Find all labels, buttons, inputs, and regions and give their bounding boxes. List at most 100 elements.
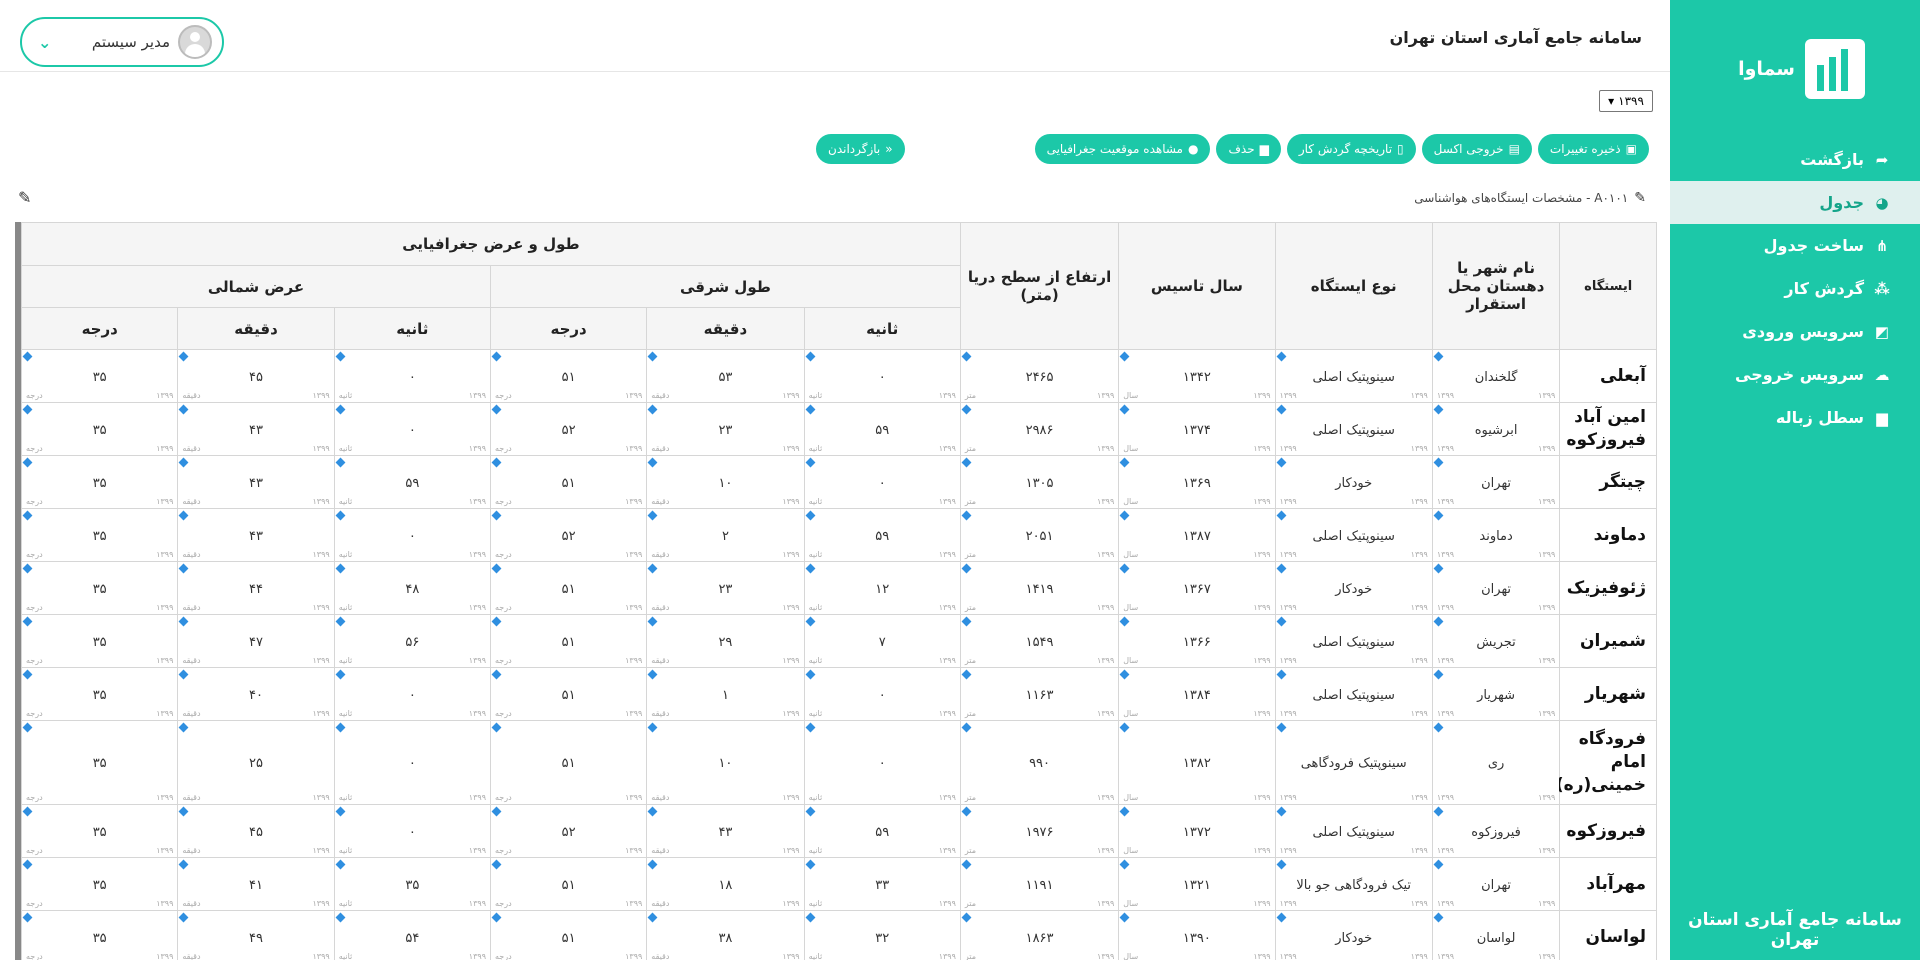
table-cell-n-sec[interactable]: ۰ ۱۳۹۹ ثانیه xyxy=(333,508,491,562)
table-cell-type[interactable]: سینوپتیک اصلی ۱۳۹۹ ۱۳۹۹ xyxy=(1274,402,1433,456)
table-cell-e-sec[interactable]: ۰ ۱۳۹۹ ثانیه xyxy=(803,349,961,403)
table-cell-n-min[interactable]: ۴۳ ۱۳۹۹ دقیقه xyxy=(177,455,335,509)
table-cell-n-min[interactable]: ۴۷ ۱۳۹۹ دقیقه xyxy=(177,614,335,668)
table-cell-year[interactable]: ۱۳۸۴ ۱۳۹۹ سال xyxy=(1118,667,1276,721)
table-cell-e-sec[interactable]: ۷ ۱۳۹۹ ثانیه xyxy=(803,614,961,668)
table-cell-e-min[interactable]: ۱۰ ۱۳۹۹ دقیقه xyxy=(646,455,805,509)
table-cell-city[interactable]: ری ۱۳۹۹ ۱۳۹۹ xyxy=(1431,720,1561,805)
table-cell-e-min[interactable]: ۵۳ ۱۳۹۹ دقیقه xyxy=(646,349,805,403)
table-cell-n-deg[interactable]: ۳۵ ۱۳۹۹ درجه xyxy=(21,402,179,456)
table-cell-n-min[interactable]: ۴۴ ۱۳۹۹ دقیقه xyxy=(177,561,335,615)
table-cell-e-deg[interactable]: ۵۱ ۱۳۹۹ درجه xyxy=(489,667,648,721)
table-cell-n-min[interactable]: ۲۵ ۱۳۹۹ دقیقه xyxy=(177,720,335,805)
table-cell-e-min[interactable]: ۱۰ ۱۳۹۹ دقیقه xyxy=(646,720,805,805)
table-cell-elev[interactable]: ۱۵۴۹ ۱۳۹۹ متر xyxy=(959,614,1120,668)
table-cell-n-deg[interactable]: ۳۵ ۱۳۹۹ درجه xyxy=(21,720,179,805)
table-cell-year[interactable]: ۱۳۹۰ ۱۳۹۹ سال xyxy=(1118,910,1276,960)
table-cell-city[interactable]: تجریش ۱۳۹۹ ۱۳۹۹ xyxy=(1431,614,1561,668)
table-cell-e-deg[interactable]: ۵۱ ۱۳۹۹ درجه xyxy=(489,614,648,668)
table-cell-e-deg[interactable]: ۵۱ ۱۳۹۹ درجه xyxy=(489,720,648,805)
table-cell-e-deg[interactable]: ۵۱ ۱۳۹۹ درجه xyxy=(489,561,648,615)
table-cell-city[interactable]: ابرشیوه ۱۳۹۹ ۱۳۹۹ xyxy=(1431,402,1561,456)
table-cell-year[interactable]: ۱۳۶۷ ۱۳۹۹ سال xyxy=(1118,561,1276,615)
table-cell-e-min[interactable]: ۴۳ ۱۳۹۹ دقیقه xyxy=(646,804,805,858)
table-cell-n-deg[interactable]: ۳۵ ۱۳۹۹ درجه xyxy=(21,910,179,960)
table-cell-type[interactable]: تیک فرودگاهی جو بالا ۱۳۹۹ ۱۳۹۹ xyxy=(1274,857,1433,911)
table-cell-e-min[interactable]: ۱۸ ۱۳۹۹ دقیقه xyxy=(646,857,805,911)
table-cell-type[interactable]: سینوپتیک فرودگاهی ۱۳۹۹ ۱۳۹۹ xyxy=(1274,720,1433,805)
table-cell-n-sec[interactable]: ۰ ۱۳۹۹ ثانیه xyxy=(333,402,491,456)
table-cell-year[interactable]: ۱۳۶۹ ۱۳۹۹ سال xyxy=(1118,455,1276,509)
table-cell-year[interactable]: ۱۳۴۲ ۱۳۹۹ سال xyxy=(1118,349,1276,403)
table-cell-city[interactable]: شهریار ۱۳۹۹ ۱۳۹۹ xyxy=(1431,667,1561,721)
table-cell-n-deg[interactable]: ۳۵ ۱۳۹۹ درجه xyxy=(21,804,179,858)
table-cell-e-sec[interactable]: ۵۹ ۱۳۹۹ ثانیه xyxy=(803,804,961,858)
table-cell-e-min[interactable]: ۲۳ ۱۳۹۹ دقیقه xyxy=(646,402,805,456)
table-cell-e-deg[interactable]: ۵۲ ۱۳۹۹ درجه xyxy=(489,508,648,562)
table-cell-n-sec[interactable]: ۰ ۱۳۹۹ ثانیه xyxy=(333,720,491,805)
table-cell-e-sec[interactable]: ۳۲ ۱۳۹۹ ثانیه xyxy=(803,910,961,960)
table-cell-elev[interactable]: ۲۰۵۱ ۱۳۹۹ متر xyxy=(959,508,1120,562)
table-cell-n-min[interactable]: ۴۵ ۱۳۹۹ دقیقه xyxy=(177,804,335,858)
table-cell-year[interactable]: ۱۳۲۱ ۱۳۹۹ سال xyxy=(1118,857,1276,911)
table-cell-year[interactable]: ۱۳۶۶ ۱۳۹۹ سال xyxy=(1118,614,1276,668)
pencil-icon[interactable]: ✎ xyxy=(1634,190,1646,206)
table-cell-type[interactable]: سینوپتیک اصلی ۱۳۹۹ ۱۳۹۹ xyxy=(1274,508,1433,562)
table-cell-city[interactable]: فیروزکوه ۱۳۹۹ ۱۳۹۹ xyxy=(1431,804,1561,858)
table-cell-n-deg[interactable]: ۳۵ ۱۳۹۹ درجه xyxy=(21,614,179,668)
table-cell-n-sec[interactable]: ۵۴ ۱۳۹۹ ثانیه xyxy=(333,910,491,960)
workflow-history-button[interactable]: ▯ تاریخچه گردش کار xyxy=(1286,134,1416,164)
table-cell-n-min[interactable]: ۴۰ ۱۳۹۹ دقیقه xyxy=(177,667,335,721)
table-cell-year[interactable]: ۱۳۸۲ ۱۳۹۹ سال xyxy=(1118,720,1276,805)
table-cell-elev[interactable]: ۱۸۶۳ ۱۳۹۹ متر xyxy=(959,910,1120,960)
table-cell-e-sec[interactable]: ۰ ۱۳۹۹ ثانیه xyxy=(803,667,961,721)
table-cell-elev[interactable]: ۱۱۶۳ ۱۳۹۹ متر xyxy=(959,667,1120,721)
nav-item-trash[interactable]: ▆ سطل زباله xyxy=(1670,396,1920,439)
table-cell-e-sec[interactable]: ۵۹ ۱۳۹۹ ثانیه xyxy=(803,508,961,562)
table-cell-n-min[interactable]: ۴۹ ۱۳۹۹ دقیقه xyxy=(177,910,335,960)
table-cell-e-deg[interactable]: ۵۲ ۱۳۹۹ درجه xyxy=(489,804,648,858)
nav-item-workflow[interactable]: ⁂ گردش کار xyxy=(1670,267,1920,310)
table-cell-type[interactable]: سینوپتیک اصلی ۱۳۹۹ ۱۳۹۹ xyxy=(1274,804,1433,858)
table-cell-e-sec[interactable]: ۳۳ ۱۳۹۹ ثانیه xyxy=(803,857,961,911)
table-cell-e-min[interactable]: ۳۸ ۱۳۹۹ دقیقه xyxy=(646,910,805,960)
table-cell-n-sec[interactable]: ۳۵ ۱۳۹۹ ثانیه xyxy=(333,857,491,911)
table-cell-e-deg[interactable]: ۵۱ ۱۳۹۹ درجه xyxy=(489,455,648,509)
logo[interactable]: سماوا xyxy=(1670,0,1920,138)
table-cell-n-min[interactable]: ۴۱ ۱۳۹۹ دقیقه xyxy=(177,857,335,911)
table-cell-type[interactable]: خودکار ۱۳۹۹ ۱۳۹۹ xyxy=(1274,561,1433,615)
save-button[interactable]: ▣ ذخیره تغییرات xyxy=(1537,134,1649,164)
table-cell-n-deg[interactable]: ۳۵ ۱۳۹۹ درجه xyxy=(21,455,179,509)
table-cell-n-deg[interactable]: ۳۵ ۱۳۹۹ درجه xyxy=(21,349,179,403)
table-cell-n-deg[interactable]: ۳۵ ۱۳۹۹ درجه xyxy=(21,561,179,615)
table-cell-elev[interactable]: ۲۴۶۵ ۱۳۹۹ متر xyxy=(959,349,1120,403)
delete-button[interactable]: ▆ حذف xyxy=(1216,134,1281,164)
table-cell-e-sec[interactable]: ۱۲ ۱۳۹۹ ثانیه xyxy=(803,561,961,615)
table-cell-year[interactable]: ۱۳۷۲ ۱۳۹۹ سال xyxy=(1118,804,1276,858)
nav-item-output-service[interactable]: ☁ سرویس خروجی xyxy=(1670,353,1920,396)
nav-item-build-table[interactable]: ⋔ ساخت جدول xyxy=(1670,224,1920,267)
table-cell-e-deg[interactable]: ۵۱ ۱۳۹۹ درجه xyxy=(489,910,648,960)
table-cell-e-min[interactable]: ۲۳ ۱۳۹۹ دقیقه xyxy=(646,561,805,615)
table-cell-n-min[interactable]: ۴۳ ۱۳۹۹ دقیقه xyxy=(177,402,335,456)
table-cell-e-min[interactable]: ۲ ۱۳۹۹ دقیقه xyxy=(646,508,805,562)
table-cell-n-min[interactable]: ۴۵ ۱۳۹۹ دقیقه xyxy=(177,349,335,403)
table-cell-e-sec[interactable]: ۰ ۱۳۹۹ ثانیه xyxy=(803,720,961,805)
table-cell-type[interactable]: سینوپتیک اصلی ۱۳۹۹ ۱۳۹۹ xyxy=(1274,614,1433,668)
nav-item-input-service[interactable]: ◩ سرویس ورودی xyxy=(1670,310,1920,353)
table-cell-e-sec[interactable]: ۰ ۱۳۹۹ ثانیه xyxy=(803,455,961,509)
table-cell-type[interactable]: سینوپتیک اصلی ۱۳۹۹ ۱۳۹۹ xyxy=(1274,667,1433,721)
table-cell-n-sec[interactable]: ۰ ۱۳۹۹ ثانیه xyxy=(333,349,491,403)
table-cell-elev[interactable]: ۱۱۹۱ ۱۳۹۹ متر xyxy=(959,857,1120,911)
table-cell-e-deg[interactable]: ۵۲ ۱۳۹۹ درجه xyxy=(489,402,648,456)
table-cell-n-sec[interactable]: ۵۹ ۱۳۹۹ ثانیه xyxy=(333,455,491,509)
table-cell-city[interactable]: تهران ۱۳۹۹ ۱۳۹۹ xyxy=(1431,857,1561,911)
restore-button[interactable]: « بازگرداندن xyxy=(816,134,905,164)
excel-export-button[interactable]: ▤ خروجی اکسل xyxy=(1421,134,1532,164)
table-cell-type[interactable]: خودکار ۱۳۹۹ ۱۳۹۹ xyxy=(1274,910,1433,960)
table-cell-elev[interactable]: ۹۹۰ ۱۳۹۹ متر xyxy=(959,720,1120,805)
table-cell-elev[interactable]: ۲۹۸۶ ۱۳۹۹ متر xyxy=(959,402,1120,456)
table-cell-n-deg[interactable]: ۳۵ ۱۳۹۹ درجه xyxy=(21,667,179,721)
table-cell-elev[interactable]: ۱۴۱۹ ۱۳۹۹ متر xyxy=(959,561,1120,615)
table-cell-n-deg[interactable]: ۳۵ ۱۳۹۹ درجه xyxy=(21,508,179,562)
